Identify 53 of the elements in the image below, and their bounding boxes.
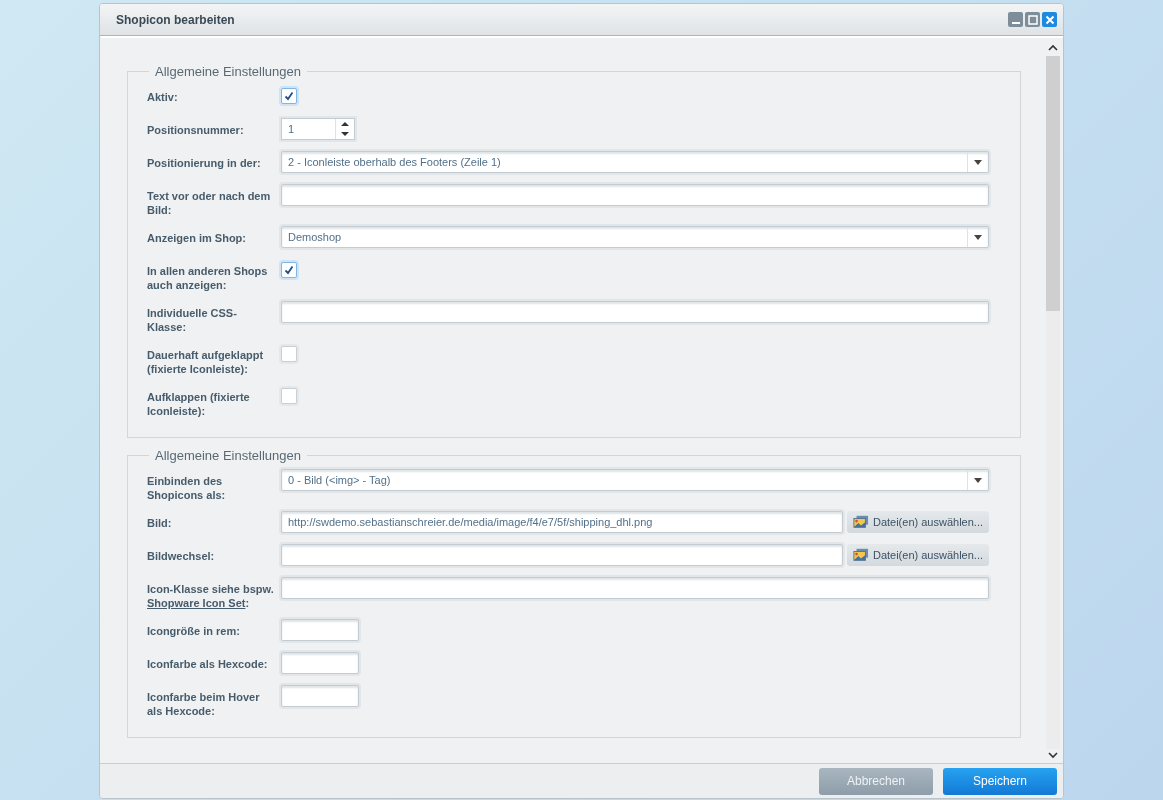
dropdown-caret-icon bbox=[974, 234, 982, 240]
field-label: Individuelle CSS-Klasse: bbox=[147, 306, 238, 334]
field-label: Icongröße in rem: bbox=[147, 624, 241, 638]
minimize-button[interactable] bbox=[1008, 12, 1023, 27]
file-path-field[interactable] bbox=[281, 544, 843, 566]
dropdown-field[interactable]: 2 - Iconleiste oberhalb des Footers (Zeile 1) bbox=[281, 151, 989, 173]
checkbox[interactable] bbox=[281, 262, 297, 278]
text-field[interactable] bbox=[281, 577, 989, 599]
field-label: Einbinden des Shopicons als: bbox=[147, 474, 227, 502]
field-label: Iconfarbe beim Hover als Hexcode: bbox=[147, 690, 261, 718]
field-label: Positionierung in der: bbox=[147, 156, 262, 170]
dropdown-caret-icon bbox=[974, 159, 982, 165]
section-legend: Allgemeine Einstellungen bbox=[149, 448, 307, 463]
text-field[interactable] bbox=[281, 301, 989, 323]
dropdown-field[interactable]: Demoshop bbox=[281, 226, 989, 248]
field-label: Anzeigen im Shop: bbox=[147, 231, 247, 245]
field-label: Bildwechsel: bbox=[147, 549, 216, 563]
window-title: Shopicon bearbeiten bbox=[116, 12, 235, 27]
maximize-icon bbox=[1027, 14, 1038, 25]
field-label: Icon-Klasse siehe bspw. Shopware Icon Set: bbox=[147, 583, 274, 609]
field-label: Aktiv: bbox=[147, 90, 179, 104]
choose-files-button[interactable]: Datei(en) auswählen... bbox=[847, 544, 989, 566]
field-label: Dauerhaft aufgeklappt (fixierte Iconleiste): bbox=[147, 348, 265, 376]
choose-files-button[interactable]: Datei(en) auswählen... bbox=[847, 511, 989, 533]
field-label: Positionsnummer: bbox=[147, 123, 245, 137]
dropdown-field[interactable]: 0 - Bild (<img> - Tag) bbox=[281, 469, 989, 491]
dropdown-caret-icon bbox=[974, 477, 982, 483]
checkmark-icon bbox=[284, 265, 294, 275]
save-button[interactable]: Speichern bbox=[943, 767, 1057, 795]
checkbox[interactable] bbox=[281, 388, 297, 404]
checkbox[interactable] bbox=[281, 346, 297, 362]
number-field[interactable]: 1 bbox=[281, 118, 355, 140]
field-label: Aufklappen (fixierte Iconleiste): bbox=[147, 390, 251, 418]
close-button[interactable] bbox=[1042, 12, 1057, 27]
checkbox[interactable] bbox=[281, 88, 297, 104]
close-icon bbox=[1044, 14, 1055, 25]
text-field[interactable] bbox=[281, 685, 359, 707]
picture-icon bbox=[853, 548, 869, 562]
field-label: Bild: bbox=[147, 516, 173, 530]
field-label: Iconfarbe als Hexcode: bbox=[147, 657, 269, 671]
section-legend: Allgemeine Einstellungen bbox=[149, 64, 307, 79]
minimize-icon bbox=[1011, 21, 1020, 24]
text-field[interactable] bbox=[281, 652, 359, 674]
text-field[interactable] bbox=[281, 184, 989, 206]
scrollbar-thumb[interactable] bbox=[1046, 56, 1060, 311]
field-label: Text vor oder nach dem Bild: bbox=[147, 189, 272, 217]
text-field[interactable] bbox=[281, 619, 359, 641]
checkmark-icon bbox=[284, 91, 294, 101]
picture-icon bbox=[853, 515, 869, 529]
maximize-button[interactable] bbox=[1025, 12, 1040, 27]
file-path-field[interactable]: http://swdemo.sebastianschreier.de/media/image/f4/e7/5f/shipping_dhl.png bbox=[281, 511, 843, 533]
scroll-down-icon[interactable] bbox=[1046, 749, 1060, 761]
field-label: In allen anderen Shops auch anzeigen: bbox=[147, 264, 269, 292]
